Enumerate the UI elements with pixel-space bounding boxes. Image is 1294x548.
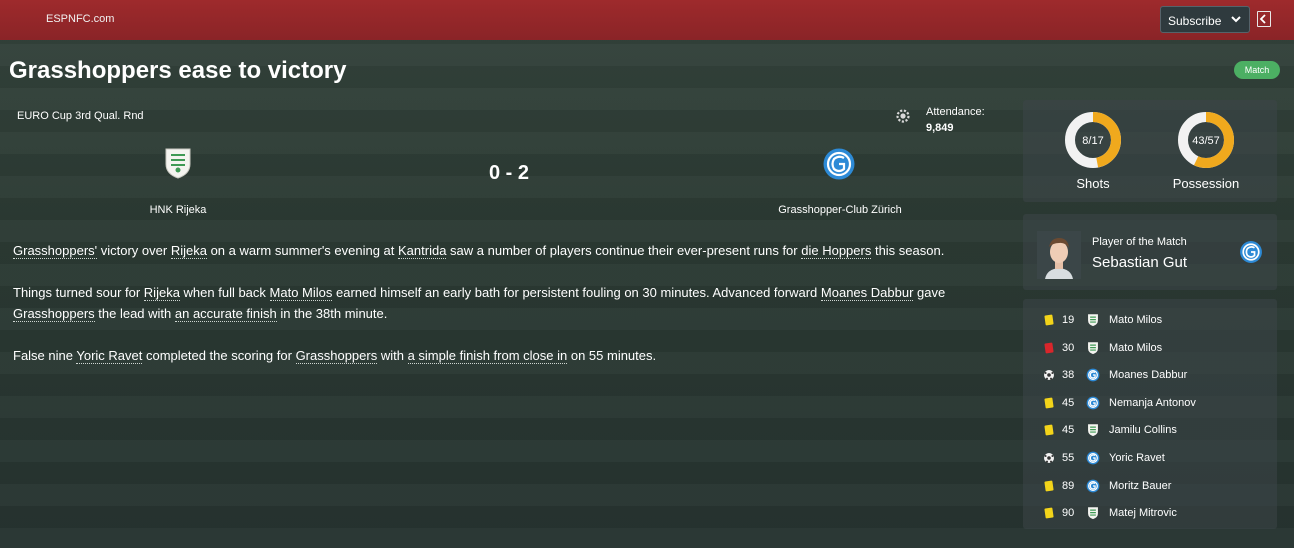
event-player-name[interactable]: Mato Milos	[1109, 342, 1162, 354]
report-text: the lead with	[94, 306, 175, 321]
report-link[interactable]: Kantrida	[398, 243, 447, 259]
event-player-name[interactable]: Matej Mitrovic	[1109, 507, 1177, 519]
event-minute: 90	[1062, 507, 1075, 520]
report-text: Things turned sour for	[13, 285, 144, 300]
report-link[interactable]: die Hoppers	[801, 243, 872, 259]
report-link[interactable]: Mato Milos	[269, 285, 333, 301]
report-text: completed the scoring for	[142, 348, 296, 363]
shots-value: 8/17	[1082, 135, 1104, 147]
event-player-name[interactable]: Moanes Dabbur	[1109, 369, 1187, 381]
report-text: in the 38th minute.	[276, 306, 388, 321]
report-text: with	[377, 348, 408, 363]
site-name: ESPNFC.com	[46, 13, 115, 25]
report-link[interactable]: Moanes Dabbur	[820, 285, 914, 301]
yellow-card-icon	[1044, 425, 1054, 436]
report-paragraph: Grasshoppers' victory over Rijeka on a w…	[13, 240, 1013, 261]
subscribe-button[interactable]: Subscribe	[1160, 6, 1250, 33]
yellow-card-icon	[1044, 507, 1054, 519]
report-text: this season.	[871, 243, 945, 258]
grasshoppers-crest-icon	[1086, 451, 1100, 465]
attendance-label: Attendance:	[926, 106, 985, 118]
event-minute: 55	[1062, 452, 1075, 464]
player-of-the-match-panel[interactable]: Player of the Match Sebastian Gut	[1023, 214, 1277, 290]
match-event-row[interactable]: 30 Mato Milos	[1023, 338, 1277, 358]
potm-player-name[interactable]: Sebastian Gut	[1092, 254, 1187, 271]
grasshoppers-crest-icon[interactable]	[822, 147, 856, 181]
grasshoppers-crest-icon	[1086, 368, 1100, 382]
red-card-icon	[1044, 342, 1054, 353]
match-event-row[interactable]: 45 Jamilu Collins	[1023, 420, 1277, 440]
report-text: when full back	[179, 285, 270, 300]
report-text: on 55 minutes.	[567, 348, 657, 363]
grasshoppers-crest-icon	[1086, 396, 1100, 410]
article-title: Grasshoppers ease to victory	[9, 57, 347, 84]
event-player-name[interactable]: Moritz Bauer	[1109, 480, 1171, 492]
rijeka-crest-icon	[1088, 341, 1098, 354]
yellow-card-icon	[1044, 314, 1054, 326]
collapse-panel-button[interactable]	[1257, 11, 1271, 27]
rijeka-crest-icon	[1088, 314, 1098, 327]
report-link[interactable]: Grasshoppers	[295, 348, 378, 364]
match-event-row[interactable]: 90 Matej Mitrovic	[1023, 503, 1277, 523]
event-minute: 30	[1062, 341, 1075, 354]
rijeka-crest-icon	[1088, 507, 1098, 520]
report-text: saw a number of players continue their e…	[446, 243, 802, 258]
event-minute: 45	[1062, 424, 1075, 437]
rijeka-crest-icon	[1088, 424, 1098, 437]
event-minute: 89	[1062, 479, 1075, 492]
match-event-row[interactable]: 89 Moritz Bauer	[1023, 476, 1277, 496]
event-minute: 19	[1062, 314, 1075, 326]
goal-ball-icon	[1044, 453, 1054, 463]
possession-label: Possession	[1172, 176, 1240, 191]
match-report: Grasshoppers' victory over Rijeka on a w…	[13, 240, 1013, 387]
match-type-badge[interactable]: Match	[1234, 61, 1280, 79]
match-events-panel: 19 Mato Milos 30 Mato Milos 38 Moanes Dabbur 4…	[1023, 299, 1277, 529]
report-link[interactable]: Rijeka	[170, 243, 207, 259]
grasshoppers-crest-icon	[1086, 479, 1100, 492]
event-minute: 45	[1062, 396, 1075, 409]
report-text: earned himself an early bath for persist…	[332, 285, 821, 300]
report-text: on a warm summer's evening at	[206, 243, 399, 258]
chevron-down-icon	[1231, 16, 1241, 23]
event-player-name[interactable]: Jamilu Collins	[1109, 424, 1177, 436]
potm-title: Player of the Match	[1092, 236, 1187, 248]
player-avatar	[1037, 231, 1081, 279]
grasshoppers-crest-icon	[1240, 241, 1262, 263]
report-link[interactable]: an accurate finish	[174, 306, 277, 322]
report-text: gave	[913, 285, 946, 300]
competition-name: EURO Cup 3rd Qual. Rnd	[17, 110, 144, 122]
event-player-name[interactable]: Yoric Ravet	[1109, 452, 1165, 464]
event-minute: 38	[1062, 369, 1075, 382]
report-link[interactable]: a simple finish from close in	[407, 348, 568, 364]
shots-label: Shots	[1076, 176, 1110, 191]
report-link[interactable]: Yoric Ravet	[76, 348, 143, 364]
away-team-name[interactable]: Grasshopper-Club Zürich	[740, 204, 940, 216]
event-player-name[interactable]: Nemanja Antonov	[1109, 397, 1196, 409]
possession-value: 43/57	[1192, 135, 1220, 147]
collapse-panel-icon	[1259, 14, 1266, 24]
event-player-name[interactable]: Mato Milos	[1109, 314, 1162, 326]
report-link[interactable]: Grasshoppers'	[13, 243, 98, 259]
yellow-card-icon	[1044, 480, 1054, 491]
report-paragraph: Things turned sour for Rijeka when full …	[13, 282, 1013, 324]
report-paragraph: False nine Yoric Ravet completed the sco…	[13, 345, 1013, 366]
yellow-card-icon	[1044, 397, 1054, 409]
match-event-row[interactable]: 38 Moanes Dabbur	[1023, 365, 1277, 385]
match-event-row[interactable]: 19 Mato Milos	[1023, 310, 1277, 330]
match-stats-panel: 8/17 Shots 43/57 Possession	[1023, 100, 1277, 202]
rijeka-crest-icon[interactable]	[163, 146, 193, 180]
report-text: False nine	[13, 348, 77, 363]
report-link[interactable]: Rijeka	[143, 285, 180, 301]
match-score: 0 - 2	[488, 162, 530, 184]
top-bar: ESPNFC.com Subscribe	[0, 0, 1294, 40]
report-text: victory over	[97, 243, 171, 258]
attendance-value: 9,849	[926, 122, 954, 134]
report-link[interactable]: Grasshoppers	[13, 306, 95, 322]
goal-ball-icon	[1044, 370, 1054, 381]
match-event-row[interactable]: 55 Yoric Ravet	[1023, 448, 1277, 468]
match-event-row[interactable]: 45 Nemanja Antonov	[1023, 393, 1277, 413]
subscribe-label: Subscribe	[1168, 14, 1222, 28]
gear-icon[interactable]	[895, 108, 911, 124]
home-team-name[interactable]: HNK Rijeka	[78, 204, 278, 216]
